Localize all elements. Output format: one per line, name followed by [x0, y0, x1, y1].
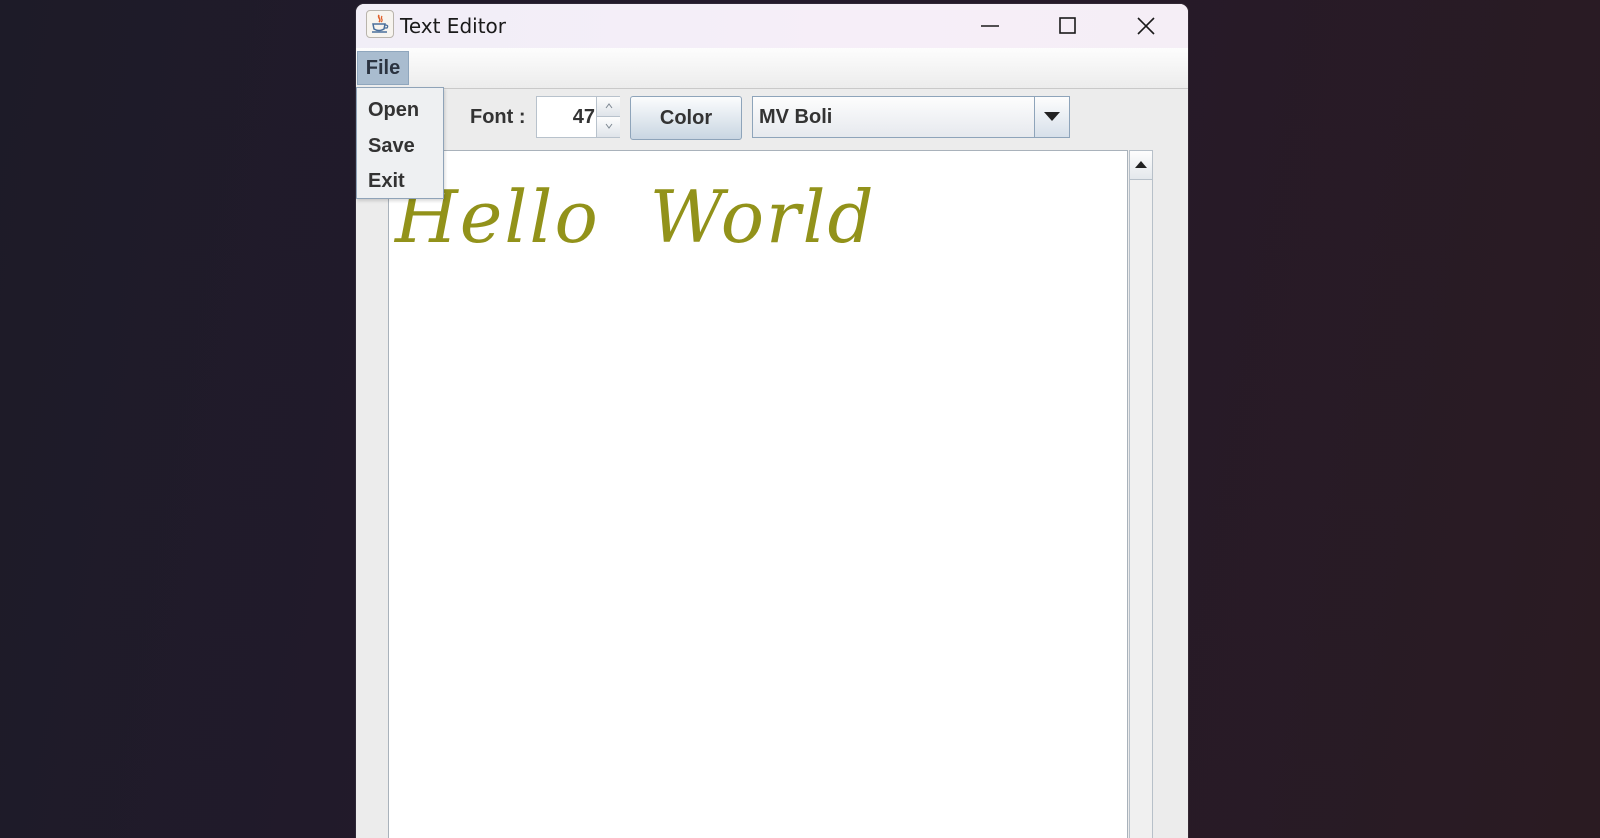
menu-item-save[interactable]: Save — [368, 135, 415, 158]
font-family-dropdown-button[interactable] — [1034, 97, 1069, 137]
scroll-up-button[interactable] — [1130, 151, 1152, 180]
editor-content: Hello World — [395, 175, 876, 259]
font-family-selected: MV Boli — [759, 106, 833, 128]
font-size-value[interactable]: 47 — [537, 97, 595, 137]
font-family-combobox[interactable]: MV Boli — [752, 96, 1070, 138]
chevron-down-icon — [605, 123, 613, 129]
menu-item-open[interactable]: Open — [368, 99, 419, 122]
dropdown-arrow-icon — [1044, 112, 1060, 121]
text-editor-window: Text Editor File Font : 47 Color MV Boli… — [356, 4, 1188, 838]
spinner-decrement-button[interactable] — [596, 117, 620, 137]
minimize-icon — [981, 25, 999, 27]
close-icon — [1137, 17, 1155, 35]
menu-item-exit[interactable]: Exit — [368, 170, 405, 193]
menu-file[interactable]: File — [357, 51, 409, 85]
spinner-increment-button[interactable] — [596, 97, 620, 117]
scroll-up-arrow-icon — [1135, 161, 1147, 168]
font-size-spinner[interactable]: 47 — [536, 96, 620, 138]
vertical-scrollbar[interactable] — [1129, 150, 1153, 838]
file-menu-popup: Open Save Exit — [356, 87, 444, 199]
maximize-icon — [1059, 17, 1076, 34]
color-button[interactable]: Color — [630, 96, 742, 140]
close-button[interactable] — [1108, 4, 1184, 48]
menu-bar: File — [356, 48, 1188, 89]
window-title: Text Editor — [400, 14, 506, 38]
chevron-up-icon — [605, 103, 613, 109]
editor-text-area[interactable]: Hello World — [388, 150, 1128, 838]
font-size-label: Font : — [470, 106, 526, 128]
title-bar[interactable]: Text Editor — [356, 4, 1188, 48]
minimize-button[interactable] — [952, 4, 1028, 48]
maximize-button[interactable] — [1030, 4, 1106, 48]
java-cup-icon — [366, 10, 394, 38]
